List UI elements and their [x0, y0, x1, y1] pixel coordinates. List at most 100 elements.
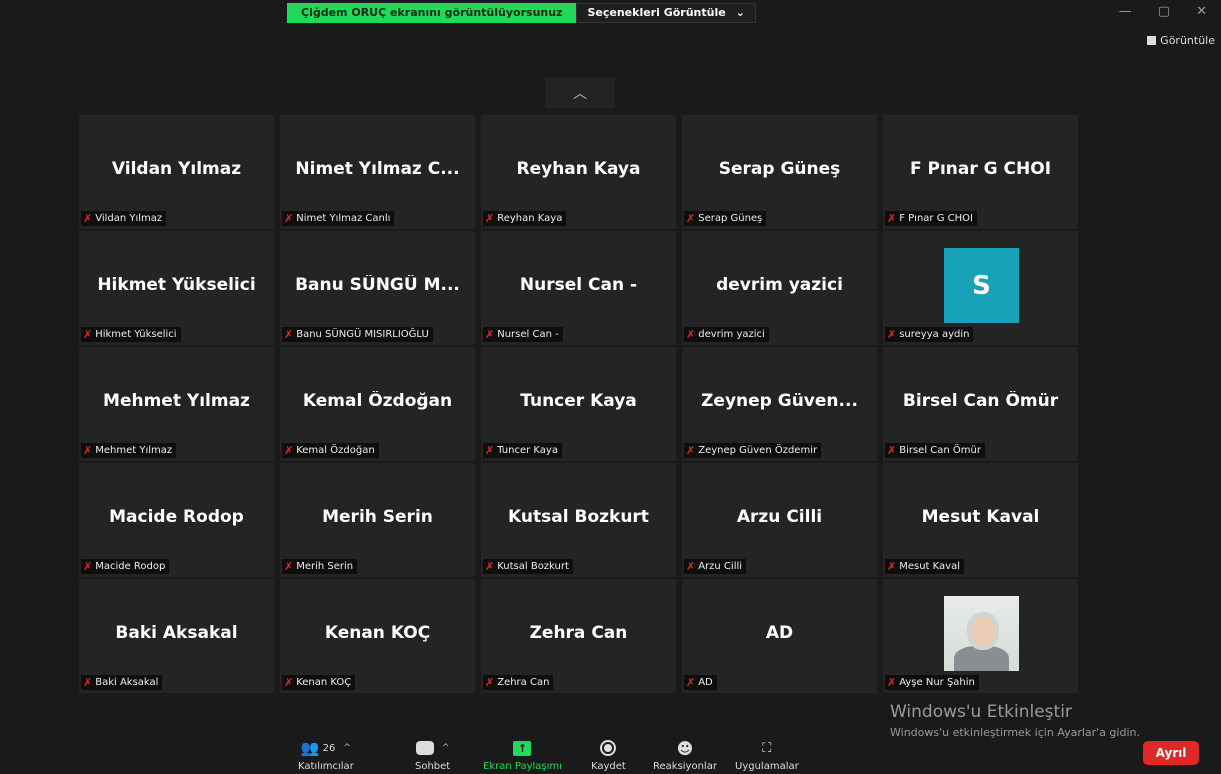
participant-name-label: ✗ Ayşe Nur Şahin	[885, 675, 979, 690]
participant-name: Mesut Kaval	[899, 561, 960, 572]
chat-bubble-icon	[415, 741, 434, 755]
participant-name-label: ✗ Nursel Can -	[483, 327, 563, 342]
participant-name-label: ✗ Zeynep Güven Özdemir	[684, 443, 822, 458]
reactions-label: Reaksiyonlar	[653, 761, 717, 772]
participant-tile[interactable]: ✗ Ayşe Nur Şahin	[883, 579, 1078, 693]
participant-display-name: devrim yazici	[716, 275, 843, 295]
window-controls: — ▢ ✕	[1119, 4, 1207, 19]
participant-display-name: Arzu Cilli	[736, 507, 823, 527]
participant-tile[interactable]: AD ✗ AD	[682, 579, 877, 693]
mic-muted-icon: ✗	[83, 676, 93, 689]
mic-muted-icon: ✗	[83, 328, 93, 341]
participant-name-label: ✗ Mesut Kaval	[885, 559, 964, 574]
participant-name-label: ✗ Banu SÜNGÜ MISIRLIOĞLU	[282, 327, 433, 342]
participant-tile[interactable]: Birsel Can Ömür ✗ Birsel Can Ömür	[883, 347, 1078, 461]
participant-tile[interactable]: Nursel Can - ✗ Nursel Can -	[481, 231, 676, 345]
participant-name: Tuncer Kaya	[497, 445, 558, 456]
participant-name: Banu SÜNGÜ MISIRLIOĞLU	[296, 329, 429, 340]
participant-tile[interactable]: Tuncer Kaya ✗ Tuncer Kaya	[481, 347, 676, 461]
mic-muted-icon: ✗	[284, 212, 294, 225]
participant-tile[interactable]: Zeynep Güven... ✗ Zeynep Güven Özdemir	[682, 347, 877, 461]
participant-tile[interactable]: F Pınar G CHOI ✗ F Pınar G CHOI	[883, 115, 1078, 229]
apps-icon: ⛶	[762, 740, 772, 756]
participant-name: Serap Güneş	[698, 213, 763, 224]
participant-name-label: ✗ Serap Güneş	[684, 211, 767, 226]
sharing-status-text: Çiğdem ORUÇ ekranını görüntülüyorsunuz	[287, 3, 577, 23]
participant-name-label: ✗ Kemal Özdoğan	[282, 443, 379, 458]
restore-icon[interactable]: ▢	[1158, 4, 1170, 19]
participant-name: Zeynep Güven Özdemir	[698, 445, 818, 456]
participant-tile[interactable]: Kemal Özdoğan ✗ Kemal Özdoğan	[280, 347, 475, 461]
participant-name-label: ✗ Vildan Yılmaz	[81, 211, 167, 226]
participant-tile[interactable]: devrim yazici ✗ devrim yazici	[682, 231, 877, 345]
participant-name: AD	[698, 677, 713, 688]
mic-muted-icon: ✗	[284, 328, 294, 341]
apps-label: Uygulamalar	[735, 761, 799, 772]
participant-display-name: Mehmet Yılmaz	[103, 391, 250, 411]
participant-display-name: Hikmet Yükselici	[97, 275, 256, 295]
participant-display-name: Zeynep Güven...	[701, 391, 858, 411]
participant-name-label: ✗ Birsel Can Ömür	[885, 443, 985, 458]
participant-gallery: Vildan Yılmaz ✗ Vildan Yılmaz Nimet Yılm…	[79, 115, 1081, 693]
participants-button[interactable]: 👥 26 ^ Katılımcılar	[298, 736, 354, 774]
participant-name-label: ✗ Baki Aksakal	[81, 675, 163, 690]
record-button[interactable]: Kaydet	[591, 736, 626, 774]
mic-muted-icon: ✗	[686, 560, 696, 573]
participant-name: F Pınar G CHOI	[899, 213, 973, 224]
mic-muted-icon: ✗	[485, 444, 495, 457]
mic-muted-icon: ✗	[887, 328, 897, 341]
participant-tile[interactable]: Arzu Cilli ✗ Arzu Cilli	[682, 463, 877, 577]
participants-caret-icon[interactable]: ^	[343, 743, 351, 753]
participant-tile[interactable]: S ✗ sureyya aydin	[883, 231, 1078, 345]
participant-name: Kutsal Bozkurt	[497, 561, 569, 572]
share-arrow-icon: ↑	[513, 740, 532, 756]
minimize-icon[interactable]: —	[1119, 4, 1132, 19]
mic-muted-icon: ✗	[686, 444, 696, 457]
participant-display-name: Kenan KOÇ	[324, 623, 431, 643]
participant-name-label: ✗ Macide Rodop	[81, 559, 170, 574]
participant-name: sureyya aydin	[899, 329, 970, 340]
participant-name: Arzu Cilli	[698, 561, 743, 572]
participant-tile[interactable]: Reyhan Kaya ✗ Reyhan Kaya	[481, 115, 676, 229]
view-button[interactable]: Görüntüle	[1147, 34, 1215, 47]
participant-tile[interactable]: Mesut Kaval ✗ Mesut Kaval	[883, 463, 1078, 577]
participant-display-name: Baki Aksakal	[115, 623, 238, 643]
participant-tile[interactable]: Zehra Can ✗ Zehra Can	[481, 579, 676, 693]
chat-label: Sohbet	[415, 761, 451, 772]
participant-tile[interactable]: Hikmet Yükselici ✗ Hikmet Yükselici	[79, 231, 274, 345]
participant-name-label: ✗ Mehmet Yılmaz	[81, 443, 177, 458]
participant-tile[interactable]: Vildan Yılmaz ✗ Vildan Yılmaz	[79, 115, 274, 229]
participant-tile[interactable]: Banu SÜNGÜ M... ✗ Banu SÜNGÜ MISIRLIOĞLU	[280, 231, 475, 345]
chat-button[interactable]: ^ Sohbet	[415, 736, 450, 774]
record-label: Kaydet	[591, 761, 626, 772]
collapse-gallery-button[interactable]: ︿	[545, 77, 615, 108]
participant-tile[interactable]: Kenan KOÇ ✗ Kenan KOÇ	[280, 579, 475, 693]
view-button-label: Görüntüle	[1160, 34, 1215, 47]
reactions-button[interactable]: ☻ Reaksiyonlar	[653, 736, 717, 774]
view-options-dropdown[interactable]: Seçenekleri Görüntüle ⌄	[576, 3, 756, 23]
participant-display-name: Tuncer Kaya	[520, 391, 637, 411]
participant-tile[interactable]: Serap Güneş ✗ Serap Güneş	[682, 115, 877, 229]
close-icon[interactable]: ✕	[1196, 4, 1207, 19]
chat-caret-icon[interactable]: ^	[442, 743, 450, 753]
participant-display-name: Vildan Yılmaz	[111, 159, 242, 179]
participant-tile[interactable]: Nimet Yılmaz C... ✗ Nimet Yılmaz Canlı	[280, 115, 475, 229]
chevron-up-icon: ︿	[573, 85, 587, 102]
participant-tile[interactable]: Merih Serin ✗ Merih Serin	[280, 463, 475, 577]
participant-name: Birsel Can Ömür	[899, 445, 981, 456]
participant-name: Kemal Özdoğan	[296, 445, 375, 456]
participant-tile[interactable]: Macide Rodop ✗ Macide Rodop	[79, 463, 274, 577]
apps-button[interactable]: ⛶ Uygulamalar	[735, 736, 799, 774]
mic-muted-icon: ✗	[485, 676, 495, 689]
share-screen-button[interactable]: ↑ Ekran Paylaşımı	[483, 736, 562, 774]
participant-display-name: Kutsal Bozkurt	[508, 507, 649, 527]
participants-icon: 👥	[300, 739, 320, 757]
participant-name-label: ✗ Kutsal Bozkurt	[483, 559, 573, 574]
participant-name: Merih Serin	[296, 561, 354, 572]
participant-tile[interactable]: Kutsal Bozkurt ✗ Kutsal Bozkurt	[481, 463, 676, 577]
mic-muted-icon: ✗	[887, 212, 897, 225]
participant-tile[interactable]: Mehmet Yılmaz ✗ Mehmet Yılmaz	[79, 347, 274, 461]
participant-tile[interactable]: Baki Aksakal ✗ Baki Aksakal	[79, 579, 274, 693]
mic-muted-icon: ✗	[887, 444, 897, 457]
leave-button[interactable]: Ayrıl	[1143, 741, 1199, 765]
